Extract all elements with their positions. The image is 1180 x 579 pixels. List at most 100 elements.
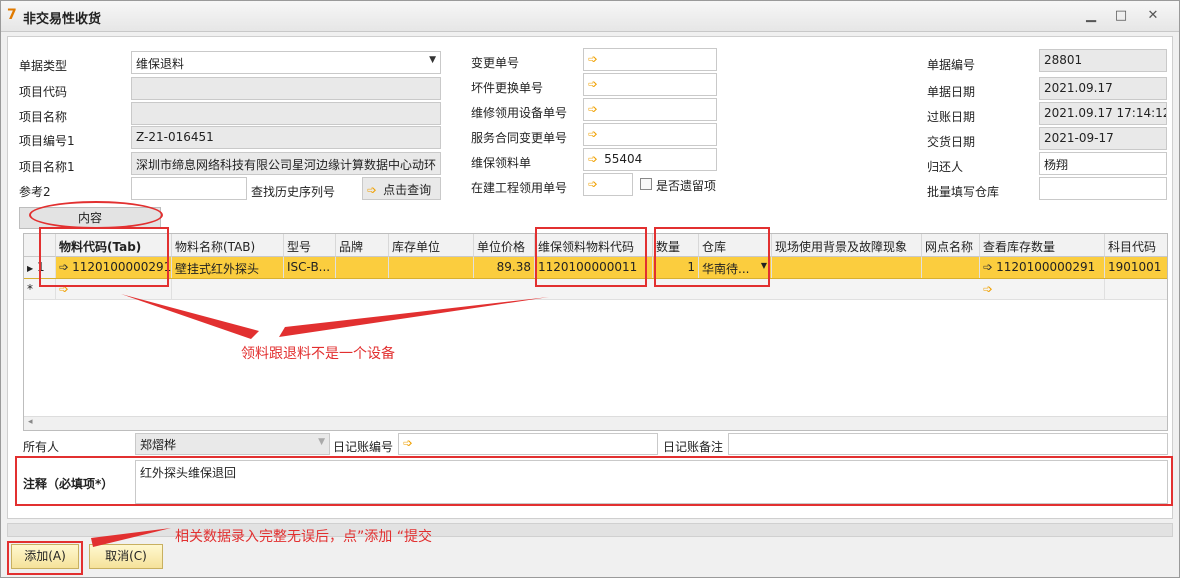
arrow-right-icon: ➩ — [588, 102, 599, 116]
cell-background[interactable] — [772, 257, 922, 278]
doc-type-select[interactable]: 维保退料 ▼ — [131, 51, 441, 74]
col-header-unit[interactable]: 库存单位 — [389, 234, 474, 257]
construction-no-field[interactable]: ➩ — [583, 173, 633, 196]
query-button-label: 点击查询 — [383, 183, 432, 197]
dropdown-arrow-icon[interactable]: ▼ — [429, 55, 436, 65]
arrow-right-icon: ➩ — [59, 260, 70, 274]
col-header-price[interactable]: 单位价格 — [474, 234, 535, 257]
batch-warehouse-field[interactable] — [1039, 177, 1167, 200]
new-row[interactable]: * ➩ ➩ — [24, 279, 1167, 300]
field-label: 在建工程领用单号 — [471, 181, 568, 195]
dropdown-arrow-icon[interactable]: ▼ — [318, 437, 325, 447]
arrow-right-icon: ➩ — [367, 183, 378, 197]
window: 7 非交易性收货 ▁ □ ✕ 单据类型 维保退料 ▼ 项目代码 项目名称 项目编号… — [0, 0, 1180, 578]
col-header-item-name[interactable]: 物料名称(TAB) — [172, 234, 284, 257]
journal-note-field[interactable] — [728, 433, 1168, 455]
cell-account[interactable]: 1901001 — [1105, 257, 1167, 278]
field-label: 交货日期 — [927, 135, 976, 149]
cancel-button[interactable]: 取消(C) — [89, 544, 163, 569]
col-header-maint-code[interactable]: 维保领料物料代码 — [535, 234, 653, 257]
add-button[interactable]: 添加(A) — [11, 544, 79, 569]
journal-no-label: 日记账编号 — [333, 440, 394, 454]
col-header-stock[interactable]: 查看库存数量 — [980, 234, 1105, 257]
minimize-icon[interactable]: ▁ — [1083, 9, 1099, 23]
table-row[interactable]: ▶ 1 ➩ 1120100000291 壁挂式红外探头 ISC-B... 89.3… — [24, 257, 1167, 279]
arrow-right-icon: ➩ — [983, 260, 994, 274]
field-label: 坏件更换单号 — [471, 81, 544, 95]
service-contract-no-field[interactable]: ➩ — [583, 123, 717, 146]
cell-site[interactable] — [922, 257, 980, 278]
cell-brand[interactable] — [336, 257, 389, 278]
items-grid: 物料代码(Tab) 物料名称(TAB) 型号 品牌 库存单位 单位价格 维保领料… — [23, 233, 1168, 431]
field-label: 单据编号 — [927, 58, 976, 72]
close-icon[interactable]: ✕ — [1145, 9, 1161, 23]
col-header-brand[interactable]: 品牌 — [336, 234, 389, 257]
field-label: 项目代码 — [19, 85, 68, 99]
project-no1-field[interactable]: Z-21-016451 — [131, 126, 441, 149]
horizontal-scrollbar[interactable]: ◂ — [24, 416, 1167, 430]
change-no-field[interactable]: ➩ — [583, 48, 717, 71]
new-row-stock[interactable]: ➩ — [980, 279, 1105, 300]
tab-content[interactable]: 内容 — [19, 207, 161, 229]
field-label: 归还人 — [927, 160, 964, 174]
col-header-qty[interactable]: 数量 — [653, 234, 699, 257]
row-indicator: ▶ 1 — [24, 257, 56, 278]
col-header-model[interactable]: 型号 — [284, 234, 336, 257]
cell-maint-code[interactable]: 1120100000011 — [535, 257, 653, 278]
project-name-field[interactable] — [131, 102, 441, 125]
app-icon: 7 — [7, 7, 17, 23]
col-header-site[interactable]: 网点名称 — [922, 234, 980, 257]
field-label: 批量填写仓库 — [927, 185, 1000, 199]
window-title: 非交易性收货 — [23, 12, 102, 27]
dropdown-arrow-icon[interactable]: ▼ — [761, 261, 767, 270]
col-header-background[interactable]: 现场使用背景及故障现象 — [772, 234, 922, 257]
field-label: 变更单号 — [471, 56, 520, 70]
delivery-date-field[interactable]: 2021-09-17 — [1039, 127, 1167, 150]
cell-price[interactable]: 89.38 — [474, 257, 535, 278]
col-header-account[interactable]: 科目代码 — [1105, 234, 1167, 257]
maximize-icon[interactable]: □ — [1113, 9, 1129, 23]
repair-equipment-no-field[interactable]: ➩ — [583, 98, 717, 121]
posting-date-field[interactable]: 2021.09.17 17:14:12 — [1039, 102, 1167, 125]
annotation-note-1: 领料跟退料不是一个设备 — [241, 346, 395, 362]
remark-textarea[interactable]: 红外探头维保退回 — [135, 460, 1168, 504]
arrow-right-icon: ➩ — [983, 282, 994, 296]
arrow-right-icon: ➩ — [59, 282, 70, 296]
owner-label: 所有人 — [23, 440, 60, 454]
cell-item-code[interactable]: ➩ 1120100000291 — [56, 257, 172, 278]
cell-warehouse[interactable]: 华南待... ▼ — [699, 257, 772, 278]
field-label: 过账日期 — [927, 110, 976, 124]
journal-no-field[interactable]: ➩ — [398, 433, 658, 455]
row-header-corner — [24, 234, 56, 257]
col-header-item-code[interactable]: 物料代码(Tab) — [56, 234, 172, 257]
legacy-checkbox[interactable] — [640, 178, 652, 190]
cell-unit[interactable] — [389, 257, 474, 278]
project-code-field[interactable] — [131, 77, 441, 100]
doc-date-field[interactable]: 2021.09.17 — [1039, 77, 1167, 100]
reference2-input[interactable] — [131, 177, 247, 200]
arrow-right-icon: ➩ — [588, 152, 599, 166]
field-label: 维保领料单 — [471, 156, 532, 170]
query-button[interactable]: ➩ 点击查询 — [362, 177, 441, 200]
field-label: 服务合同变更单号 — [471, 131, 568, 145]
new-row-marker: * — [24, 279, 56, 300]
journal-note-label: 日记账备注 — [663, 440, 724, 454]
cell-stock[interactable]: ➩ 1120100000291 — [980, 257, 1105, 278]
cell-item-name[interactable]: 壁挂式红外探头 — [172, 257, 284, 278]
annotation-note-2: 相关数据录入完整无误后，点”添加 “提交 — [175, 529, 432, 545]
col-header-warehouse[interactable]: 仓库 — [699, 234, 772, 257]
doc-no-field[interactable]: 28801 — [1039, 49, 1167, 72]
maint-pick-no-field[interactable]: ➩ 55404 — [583, 148, 717, 171]
project-name1-field[interactable]: 深圳市缔息网络科技有限公司星河边缘计算数据中心动环 — [131, 152, 441, 175]
new-row-item-code[interactable]: ➩ — [56, 279, 172, 300]
remark-label: 注释（必填项*） — [23, 477, 114, 491]
owner-field[interactable]: 郑熠桦 ▼ — [135, 433, 330, 455]
returner-field[interactable]: 杨翔 — [1039, 152, 1167, 175]
bad-part-no-field[interactable]: ➩ — [583, 73, 717, 96]
arrow-right-icon: ➩ — [588, 52, 599, 66]
field-label: 单据类型 — [19, 59, 68, 73]
field-label: 项目名称1 — [19, 160, 75, 174]
history-label: 查找历史序列号 — [251, 185, 336, 199]
cell-model[interactable]: ISC-B... — [284, 257, 336, 278]
cell-qty[interactable]: 1 — [653, 257, 699, 278]
